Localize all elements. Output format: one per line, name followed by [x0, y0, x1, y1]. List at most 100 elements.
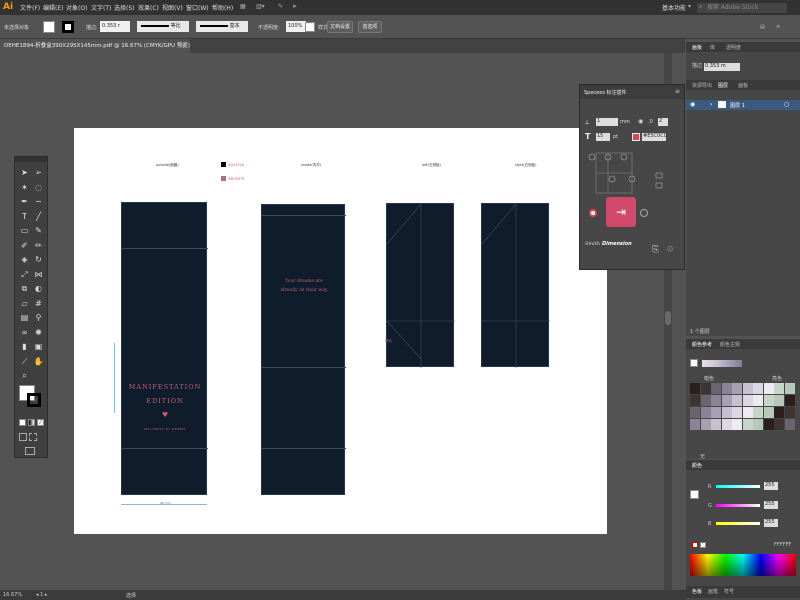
guide-swatch[interactable]	[774, 383, 784, 394]
bridge-icon[interactable]: ▦	[240, 3, 246, 10]
g-slider[interactable]	[716, 504, 760, 507]
toolbar-grip[interactable]	[15, 157, 47, 162]
guide-swatch[interactable]	[774, 395, 784, 406]
artboard[interactable]: outside(面膜) inside(内衬) left(左侧板) right(右…	[74, 128, 607, 534]
direct-selection-icon[interactable]: ➢	[33, 167, 44, 178]
zoom-level[interactable]: 16.67%	[3, 592, 22, 598]
guide-swatch[interactable]	[763, 407, 774, 418]
perspective-icon[interactable]: ▱	[19, 298, 30, 309]
artboard-icon[interactable]: ▣	[33, 341, 44, 352]
pen-icon[interactable]: ✒	[19, 196, 30, 207]
tab-swatches[interactable]: 色板	[692, 588, 702, 595]
guide-swatch[interactable]	[732, 395, 742, 406]
none-mode-icon[interactable]: ⁄	[37, 419, 44, 426]
guide-swatch[interactable]	[742, 407, 753, 418]
scale-icon[interactable]: ⤢	[19, 269, 30, 280]
chevron-down-icon[interactable]: ▾	[688, 3, 691, 10]
tab-artboard[interactable]: 画板	[692, 44, 702, 51]
guide-swatch[interactable]	[753, 395, 763, 406]
menu-select[interactable]: 选择(S)	[114, 3, 135, 12]
symbol-sprayer-icon[interactable]: ✺	[33, 327, 44, 338]
variable-width-profile[interactable]: 等比	[137, 21, 189, 32]
guide-swatch[interactable]	[763, 383, 774, 394]
menu-window[interactable]: 窗口(W)	[186, 3, 209, 12]
guide-swatch[interactable]	[721, 419, 732, 430]
unit-value-field[interactable]: 1	[596, 118, 618, 126]
tab-symbols[interactable]: 符号	[724, 588, 734, 595]
menu-help[interactable]: 帮助(H)	[212, 3, 233, 12]
send-icon[interactable]: ➤	[292, 3, 297, 10]
hex-value[interactable]: FFFFFF	[774, 542, 791, 548]
guide-swatch[interactable]	[700, 407, 711, 418]
tab-layers[interactable]: 图层	[718, 82, 728, 89]
brush-definition[interactable]: 基本	[196, 21, 248, 32]
tab-asset-export[interactable]: 资源导出	[692, 82, 712, 89]
menu-edit[interactable]: 编辑(E)	[43, 3, 63, 12]
line-icon[interactable]: ╱	[33, 211, 44, 222]
guide-swatch[interactable]	[732, 419, 742, 430]
brush-preset-icon[interactable]: ✎	[278, 3, 283, 10]
font-size-field[interactable]: 15	[596, 133, 610, 141]
dieline-right[interactable]	[481, 203, 550, 368]
guide-swatch[interactable]	[742, 395, 753, 406]
guide-swatch[interactable]	[711, 395, 721, 406]
b-value-field[interactable]: 255	[764, 519, 778, 527]
b-slider[interactable]	[716, 522, 760, 525]
rectangle-icon[interactable]: ▭	[19, 225, 30, 236]
menu-file[interactable]: 文件(F)	[20, 3, 40, 12]
draw-mode-icon[interactable]	[19, 433, 27, 441]
artboard-nav-icon[interactable]: ◂ 1 ▸	[36, 592, 47, 598]
mesh-icon[interactable]: #	[33, 298, 44, 309]
menu-type[interactable]: 文字(T)	[91, 3, 111, 12]
guide-swatch[interactable]	[700, 395, 711, 406]
dimension-mode-radio[interactable]	[589, 209, 597, 217]
guide-swatch[interactable]	[784, 395, 795, 406]
dieline-outside[interactable]: MANIFESTATION EDITION ♥ WELLNESS BY DEBB…	[121, 202, 208, 495]
guide-swatch[interactable]	[742, 419, 753, 430]
dieline-inside[interactable]: Your dreams are already on their way	[261, 204, 346, 495]
stroke-weight-field[interactable]: 0.353 r	[100, 21, 130, 32]
guide-swatch[interactable]	[711, 407, 721, 418]
curvature-icon[interactable]: ∽	[33, 196, 44, 207]
guide-swatch[interactable]	[690, 395, 700, 406]
guide-swatch[interactable]	[711, 419, 721, 430]
dieline-left[interactable]	[386, 203, 455, 368]
color-panel-title[interactable]: 颜色	[692, 462, 702, 469]
panel-menu-icon[interactable]: ≡	[675, 88, 680, 95]
selection-icon[interactable]: ➤	[19, 167, 30, 178]
guide-swatch[interactable]	[763, 395, 774, 406]
shape-builder-icon[interactable]: ◐	[33, 283, 44, 294]
base-color-swatch[interactable]	[690, 359, 698, 367]
gradient-mode-icon[interactable]	[28, 419, 35, 426]
guide-swatch[interactable]	[763, 419, 774, 430]
guide-swatch[interactable]	[711, 383, 721, 394]
stock-search-input[interactable]: 搜索 Adobe Stock	[697, 3, 787, 13]
arrange-documents-icon[interactable]: ▤	[760, 24, 765, 30]
visibility-icon[interactable]: ◉	[638, 118, 643, 125]
pencil-icon[interactable]: ✏	[33, 240, 44, 251]
color-guide-grid[interactable]	[690, 383, 796, 431]
preferences-button[interactable]: 首选项	[358, 21, 382, 33]
guide-swatch[interactable]	[742, 383, 753, 394]
specees-title-bar[interactable]: Specees 标注插件 ≡	[580, 85, 684, 99]
rotate-icon[interactable]: ↻	[33, 254, 44, 265]
guide-swatch[interactable]	[732, 407, 742, 418]
document-setup-button[interactable]: 文档设置	[327, 21, 353, 33]
guide-swatch[interactable]	[721, 383, 732, 394]
guide-swatch[interactable]	[753, 407, 763, 418]
menu-effect[interactable]: 效果(C)	[138, 3, 159, 12]
arrange-icon[interactable]: ▥▾	[256, 3, 265, 10]
stroke-color-box[interactable]	[27, 393, 41, 407]
gradient-icon[interactable]: ▤	[19, 312, 30, 323]
hex-color-field[interactable]: #E5C0C0	[642, 133, 667, 141]
guide-swatch[interactable]	[721, 395, 732, 406]
r-slider[interactable]	[716, 485, 760, 488]
white-color-icon[interactable]	[700, 542, 706, 548]
tab-library[interactable]: 库	[710, 44, 715, 51]
guide-swatch[interactable]	[700, 419, 711, 430]
opacity-field[interactable]: 100%	[286, 21, 306, 32]
style-swatch[interactable]	[305, 22, 315, 32]
draw-inside-icon[interactable]	[29, 433, 37, 441]
menu-view[interactable]: 视图(V)	[162, 3, 183, 12]
slice-icon[interactable]: ⟋	[19, 356, 30, 367]
